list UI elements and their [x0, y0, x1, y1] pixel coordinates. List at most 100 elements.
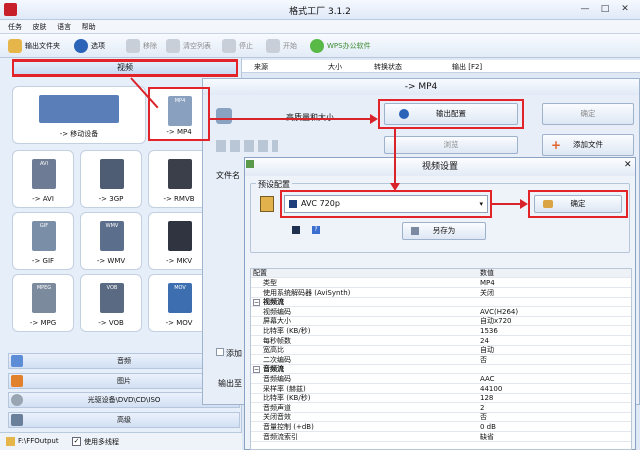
multithread-checkbox[interactable]: ✓	[72, 437, 81, 446]
grid-row[interactable]: 使用系统解码器 (AviSynth) 关闭	[251, 289, 631, 298]
col-status[interactable]: 转换状态	[374, 62, 402, 72]
highlight-preset-select	[280, 190, 492, 218]
col-source[interactable]: 来源	[254, 62, 268, 72]
grid-row[interactable]: 音频声道 2	[251, 404, 631, 413]
format-tile[interactable]: MPEG -> MPG	[12, 274, 74, 332]
category-advanced-label: 高级	[117, 416, 131, 424]
output-path[interactable]: F:\FFOutput	[18, 437, 59, 445]
format-tile-label: -> 移动设备	[59, 130, 99, 138]
save-as-button[interactable]: 另存为	[402, 222, 486, 240]
category-advanced[interactable]: 高级	[8, 412, 240, 428]
dialog-close-icon[interactable]: ✕	[624, 160, 632, 170]
stop-label: 停止	[239, 42, 253, 50]
mkv-file-icon	[168, 221, 192, 251]
grid-value: 自动	[480, 346, 494, 355]
grid-value: 缺省	[480, 432, 494, 441]
remove-label: 移除	[143, 42, 157, 50]
add-file-button[interactable]: + 添加文件	[542, 134, 634, 156]
format-tile[interactable]: -> 移动设备	[12, 86, 146, 144]
format-tile-label: -> GIF	[31, 257, 55, 265]
grid-row[interactable]: 二次编码 否	[251, 356, 631, 365]
grid-value: 128	[480, 394, 494, 403]
grid-row[interactable]: 比特率 (KB/秒) 1536	[251, 327, 631, 336]
mp4-ok-label: 确定	[580, 109, 596, 118]
grid-value: 1536	[480, 327, 498, 335]
multithread-label: 使用多线程	[84, 438, 119, 446]
options-button[interactable]: 选项	[74, 38, 105, 54]
grid-row[interactable]: 类型 MP4	[251, 279, 631, 288]
start-button[interactable]: 开始	[266, 38, 297, 54]
menu-help[interactable]: 帮助	[82, 20, 96, 34]
format-tile[interactable]: AVI -> AVI	[12, 150, 74, 208]
audio-icon	[11, 355, 23, 367]
grid-row[interactable]: 采样率 (赫兹) 44100	[251, 385, 631, 394]
save-as-icon	[411, 227, 419, 235]
stop-button[interactable]: 停止	[222, 38, 253, 54]
clear-list-label: 清空列表	[183, 42, 211, 50]
close-button[interactable]: ✕	[618, 3, 632, 15]
grid-row[interactable]: 关闭音效 否	[251, 413, 631, 423]
grid-key: 采样率 (赫兹)	[263, 384, 306, 393]
preview-icon[interactable]	[292, 226, 300, 234]
grid-key: 音频声道	[263, 403, 291, 412]
add-label: 添加	[226, 349, 242, 358]
format-badge: MPEG	[36, 285, 52, 291]
format-tile[interactable]: -> 3GP	[80, 150, 142, 208]
format-tile-label: -> MKV	[165, 257, 193, 265]
format-badge: WMV	[105, 223, 119, 229]
output-to-label: 输出至	[218, 379, 242, 388]
format-tile-label: -> VOB	[98, 319, 124, 327]
toolbar-mini-icons	[216, 140, 278, 152]
grid-key: 每秒帧数	[263, 336, 291, 345]
vob-file-icon: VOB	[100, 283, 124, 313]
highlight-video-header	[12, 59, 238, 77]
grid-header-config: 配置	[253, 269, 267, 277]
settings-grid: 配置 数值 类型 MP4 使用系统解码器 (AviSynth) 关闭 − 视频流 视频编码 A…	[250, 268, 632, 450]
add-checkbox[interactable]	[216, 348, 224, 356]
wmv-file-icon: WMV	[100, 221, 124, 251]
format-tile[interactable]: WMV -> WMV	[80, 212, 142, 270]
grid-row[interactable]: 比特率 (KB/秒) 128	[251, 394, 631, 404]
dialog-small-icon	[246, 160, 254, 168]
col-size[interactable]: 大小	[328, 62, 342, 72]
grid-section-row[interactable]: − 音频流	[251, 365, 631, 375]
minimize-button[interactable]: —	[578, 3, 592, 15]
grid-value: 2	[480, 403, 485, 412]
format-tile[interactable]: -> RMVB	[148, 150, 210, 208]
arrow-line-3	[394, 129, 396, 187]
grid-row[interactable]: 每秒帧数 24	[251, 337, 631, 346]
grid-value: AAC	[480, 375, 495, 383]
menu-task[interactable]: 任务	[8, 20, 22, 34]
format-tile[interactable]: VOB -> VOB	[80, 274, 142, 332]
grid-row[interactable]: 视频编码 AVC(H264)	[251, 308, 631, 317]
wps-button[interactable]: WPS办公软件	[310, 38, 371, 54]
grid-row[interactable]: 宽高比 自动	[251, 346, 631, 356]
collapse-minus-icon[interactable]: −	[253, 299, 260, 307]
grid-row[interactable]: 音频流索引 缺省	[251, 433, 631, 442]
format-tile-label: -> WMV	[96, 257, 126, 265]
format-tile[interactable]: GIF -> GIF	[12, 212, 74, 270]
grid-row[interactable]: 音频编码 AAC	[251, 375, 631, 384]
browse-button[interactable]: 浏览	[384, 136, 518, 154]
remove-button[interactable]: 移除	[126, 38, 157, 54]
menu-skin[interactable]: 皮肤	[33, 20, 47, 34]
grid-row[interactable]: 屏幕大小 自动x720	[251, 317, 631, 327]
help-icon[interactable]: ?	[312, 226, 320, 234]
collapse-minus-icon[interactable]: −	[253, 366, 260, 374]
grid-key: 关闭音效	[263, 413, 291, 422]
mp4-ok-button[interactable]: 确定	[542, 103, 634, 125]
format-tile[interactable]: MOV -> MOV	[148, 274, 210, 332]
mp4-dialog-icon	[216, 108, 232, 124]
clear-list-button[interactable]: 清空列表	[166, 38, 211, 54]
save-as-label: 另存为	[432, 226, 456, 235]
output-folder-button[interactable]: 输出文件夹	[8, 38, 60, 54]
maximize-button[interactable]: □	[598, 3, 612, 15]
col-output[interactable]: 输出 [F2]	[452, 62, 482, 72]
grid-section-row[interactable]: − 视频流	[251, 298, 631, 308]
format-tile[interactable]: -> MKV	[148, 212, 210, 270]
mov-file-icon: MOV	[168, 283, 192, 313]
menu-language[interactable]: 语言	[57, 20, 71, 34]
mp4-dialog-title: -> MP4	[203, 79, 639, 95]
wps-label: WPS办公软件	[327, 42, 371, 50]
grid-row[interactable]: 音量控制 (+dB) 0 dB	[251, 423, 631, 432]
